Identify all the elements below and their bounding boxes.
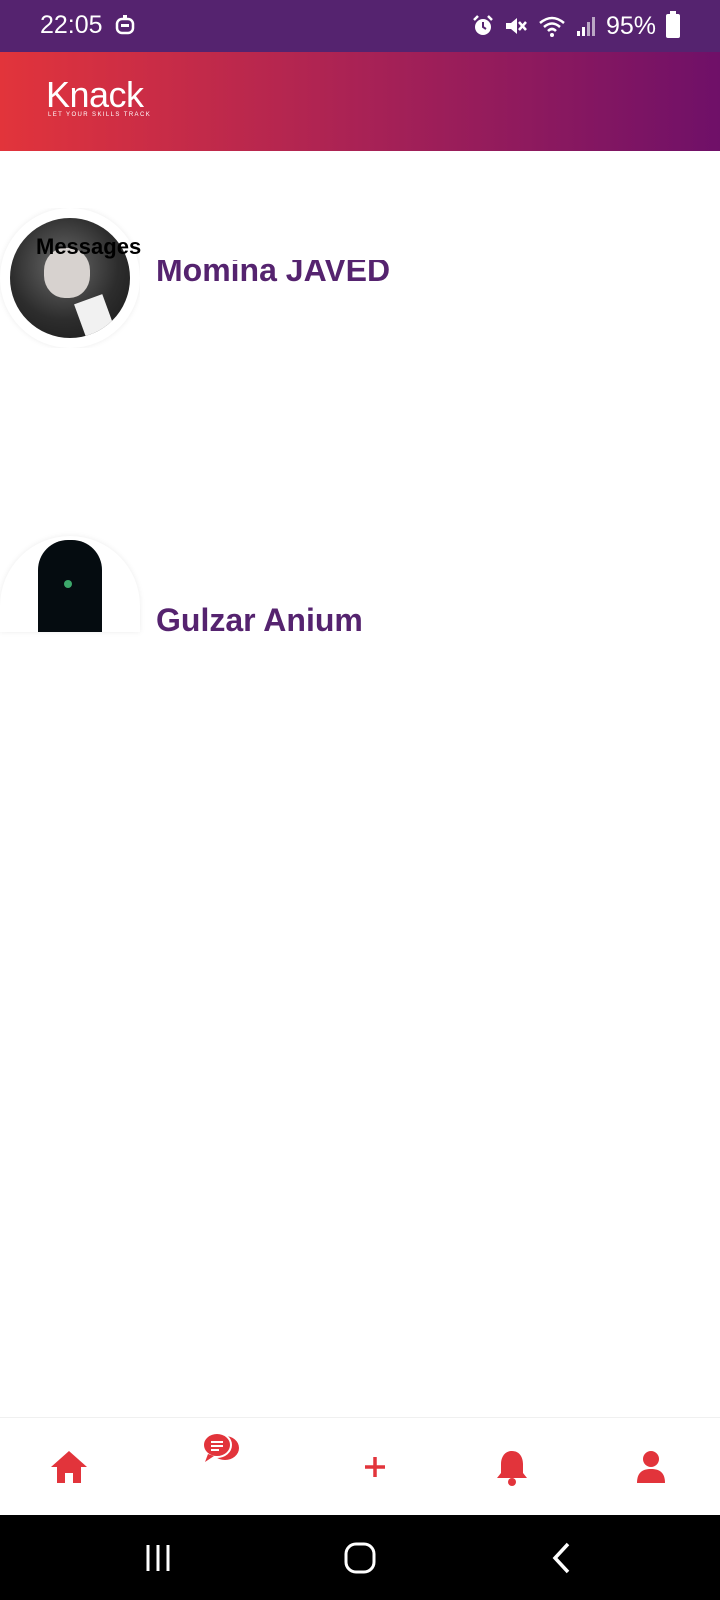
battery-icon xyxy=(666,11,680,38)
plus-icon xyxy=(365,1457,385,1477)
nav-notifications[interactable] xyxy=(467,1418,557,1516)
system-nav xyxy=(0,1515,720,1600)
conversation-item[interactable]: Gulzar Anium xyxy=(0,536,720,676)
nav-add[interactable] xyxy=(330,1418,420,1516)
nav-profile[interactable] xyxy=(606,1418,696,1516)
wifi-icon xyxy=(539,16,565,37)
recents-button[interactable] xyxy=(118,1515,198,1600)
battery-percent: 95% xyxy=(605,11,656,40)
avatar-photo xyxy=(38,540,102,632)
app-header: Knack LET YOUR SKILLS TRACK xyxy=(0,52,720,151)
bell-icon xyxy=(497,1451,527,1486)
back-button[interactable] xyxy=(522,1515,602,1600)
signal-icon xyxy=(576,17,595,36)
home-circle-icon xyxy=(344,1542,376,1573)
app-notification-icon xyxy=(115,15,135,35)
nav-messages[interactable] xyxy=(176,1400,266,1498)
status-bar: 22:05 95% xyxy=(0,0,720,52)
avatar[interactable] xyxy=(0,208,140,348)
nav-home[interactable] xyxy=(24,1418,114,1516)
profile-icon xyxy=(637,1451,665,1483)
bottom-nav xyxy=(0,1417,720,1515)
recents-icon xyxy=(146,1544,170,1571)
avatar[interactable] xyxy=(0,536,140,632)
alarm-icon xyxy=(473,15,493,35)
logo-tagline: LET YOUR SKILLS TRACK xyxy=(48,112,152,118)
conversation-item[interactable]: Momina JAVED xyxy=(0,208,720,348)
page-title: Messages xyxy=(36,234,142,259)
home-button[interactable] xyxy=(320,1515,400,1600)
app-logo[interactable]: Knack LET YOUR SKILLS TRACK xyxy=(46,74,152,119)
chat-icon xyxy=(202,1432,239,1462)
status-time: 22:05 xyxy=(40,11,103,39)
conversation-name[interactable]: Momina JAVED xyxy=(156,260,390,289)
logo-wordmark: Knack xyxy=(46,74,144,115)
status-icons: 95% xyxy=(472,10,680,42)
mute-icon xyxy=(505,18,527,34)
home-icon xyxy=(51,1451,87,1483)
back-icon xyxy=(552,1542,570,1573)
conversation-name[interactable]: Gulzar Anium xyxy=(156,602,363,639)
